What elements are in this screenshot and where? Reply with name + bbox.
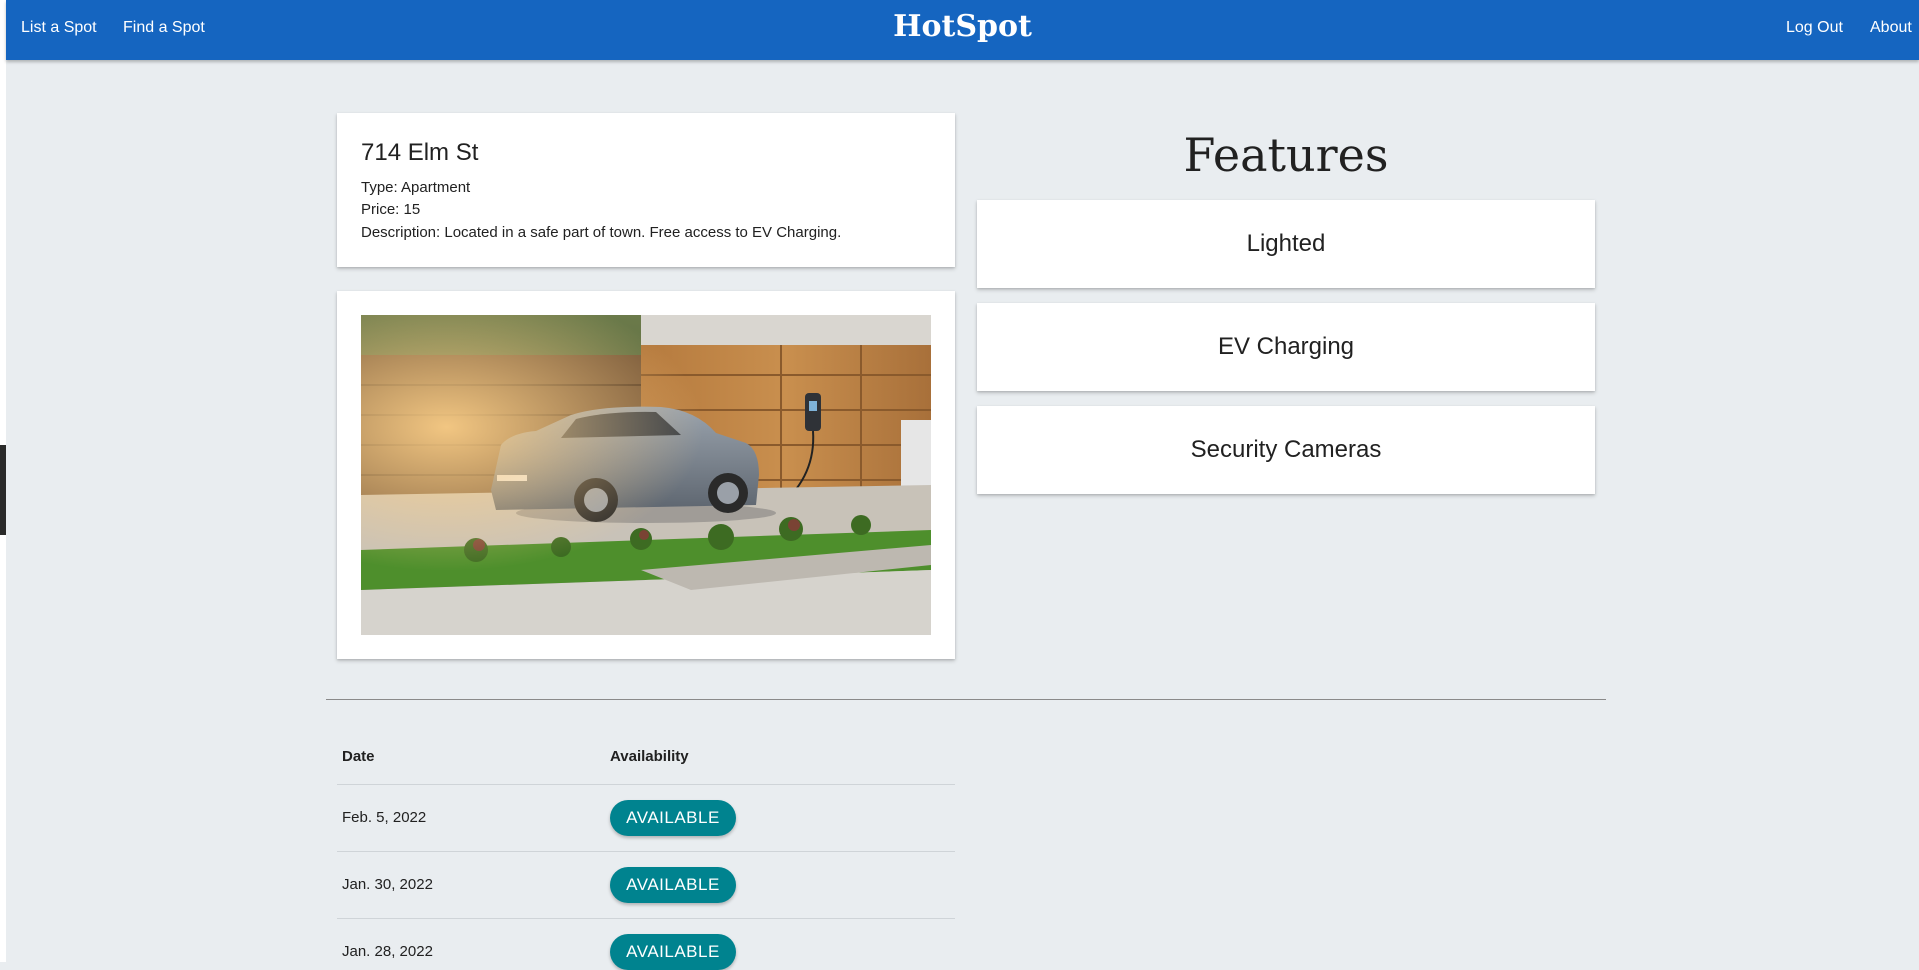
features-heading: Features <box>1183 128 1389 182</box>
spot-description: Description: Located in a safe part of t… <box>361 224 842 241</box>
table-row-divider <box>337 918 955 919</box>
table-header-date: Date <box>342 748 375 765</box>
row-date: Feb. 5, 2022 <box>342 809 427 826</box>
window-edge <box>0 0 6 962</box>
brand-title-wrap: HotSpot <box>6 9 1919 44</box>
feature-card-security-cameras: Security Cameras <box>977 406 1595 494</box>
spot-photo <box>361 315 931 635</box>
feature-card-lighted: Lighted <box>977 200 1595 288</box>
row-date: Jan. 28, 2022 <box>342 943 433 960</box>
section-divider <box>326 699 1606 700</box>
nav-find-a-spot[interactable]: Find a Spot <box>123 19 205 37</box>
availability-badge[interactable]: AVAILABLE <box>610 934 736 970</box>
availability-badge[interactable]: AVAILABLE <box>610 867 736 903</box>
nav-log-out[interactable]: Log Out <box>1786 19 1843 37</box>
spot-info-card: 714 Elm St Type: Apartment Price: 15 Des… <box>337 113 955 267</box>
availability-badge[interactable]: AVAILABLE <box>610 800 736 836</box>
table-row-divider <box>337 851 955 852</box>
nav-list-a-spot[interactable]: List a Spot <box>21 19 97 37</box>
spot-type: Type: Apartment <box>361 179 471 196</box>
spot-photo-card <box>337 291 955 659</box>
feature-label: EV Charging <box>1217 333 1355 360</box>
brand-title[interactable]: HotSpot <box>893 9 1032 44</box>
feature-label: Security Cameras <box>1190 436 1382 463</box>
spot-price: Price: 15 <box>361 201 421 218</box>
feature-label: Lighted <box>1246 230 1326 257</box>
feature-card-ev-charging: EV Charging <box>977 303 1595 391</box>
table-header-availability: Availability <box>610 748 689 765</box>
spot-address: 714 Elm St <box>361 139 479 166</box>
nav-about[interactable]: About <box>1870 19 1912 37</box>
table-row-divider <box>337 784 955 785</box>
top-navbar: List a Spot Find a Spot HotSpot Log Out … <box>6 0 1919 60</box>
window-edge-shadow <box>0 445 6 535</box>
row-date: Jan. 30, 2022 <box>342 876 433 893</box>
